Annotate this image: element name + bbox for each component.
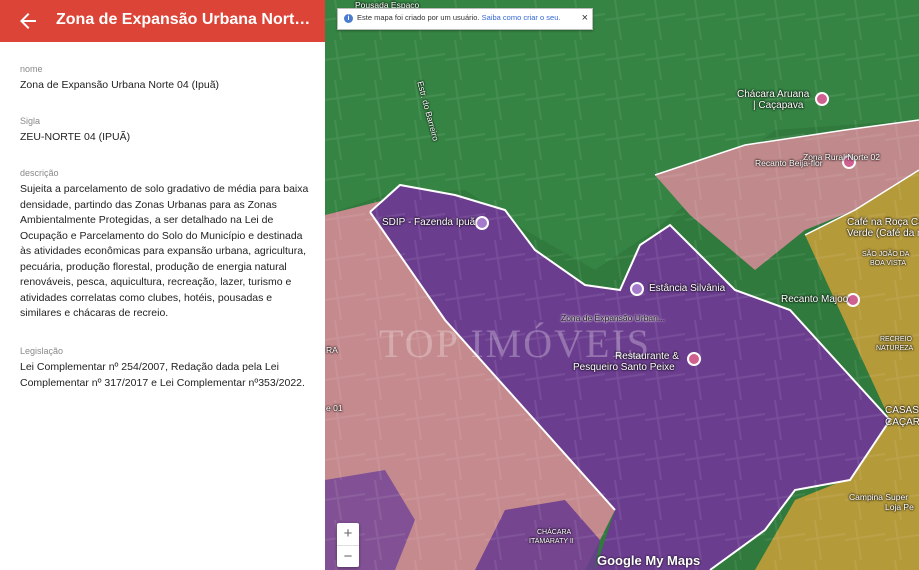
map-label: Loja Pe (885, 502, 914, 512)
map-label: Estância Silvânia (649, 283, 726, 294)
field-legislacao: Legislação Lei Complementar nº 254/2007,… (20, 345, 310, 391)
panel-header: Zona de Expansão Urbana Norte 04 ... (0, 0, 325, 42)
map-label: Recanto Majoo (781, 294, 849, 305)
notice-link[interactable]: Saiba como criar o seu. (482, 13, 561, 22)
poi-chacara-aruana-icon[interactable] (815, 92, 829, 106)
map-label: CASAS (885, 405, 919, 416)
zoom-controls: + − (337, 523, 359, 567)
notice-text: Este mapa foi criado por um usuário. (357, 13, 480, 22)
back-arrow-icon[interactable] (14, 7, 42, 35)
map-label: Chácara Aruana (737, 89, 810, 100)
field-nome: nome Zona de Expansão Urbana Norte 04 (I… (20, 63, 310, 94)
map-label: Campina Super (849, 492, 909, 502)
field-label: descrição (20, 168, 59, 178)
map-label: Recanto Beija-flor (755, 158, 823, 168)
field-value: Lei Complementar nº 254/2007, Redação da… (20, 361, 305, 389)
map-label: ITAMARATY II (529, 538, 574, 545)
map-label: Verde (Café da ma (847, 228, 919, 239)
map-label: CAÇAR (885, 417, 919, 428)
close-icon[interactable]: × (582, 9, 588, 27)
map-label: | Caçapava (753, 100, 804, 111)
user-map-notice: i Este mapa foi criado por um usuário. S… (337, 8, 593, 30)
map-label: BOA VISTA (870, 260, 907, 267)
field-label: Sigla (20, 116, 41, 126)
field-value: Sujeita a parcelamento de solo gradativo… (20, 183, 309, 319)
watermark: TOP IMÓVEIS (378, 321, 652, 366)
google-my-maps-logo: Google My Maps (597, 553, 701, 568)
side-panel: Zona de Expansão Urbana Norte 04 ... nom… (0, 0, 325, 570)
map-label: e 01 (326, 403, 343, 413)
field-descricao: descrição Sujeita a parcelamento de solo… (20, 167, 310, 322)
poi-estancia-silvania-icon[interactable] (630, 282, 644, 296)
map-canvas[interactable]: Pousada Espaço Estr. do Barreiro Chácara… (325, 0, 919, 570)
panel-title: Zona de Expansão Urbana Norte 04 ... (56, 11, 311, 28)
field-value: ZEU-NORTE 04 (IPUÃ) (20, 131, 131, 143)
field-value: Zona de Expansão Urbana Norte 04 (Ipuã) (20, 79, 220, 91)
map-label: Café na Roça Ca (847, 217, 919, 228)
field-sigla: Sigla ZEU-NORTE 04 (IPUÃ) (20, 115, 310, 146)
poi-fazenda-ipua-icon[interactable] (475, 216, 489, 230)
field-label: nome (20, 64, 43, 74)
map-layers (325, 0, 919, 570)
info-icon: i (344, 14, 353, 23)
zoom-in-button[interactable]: + (337, 523, 359, 545)
field-label: Legislação (20, 346, 64, 356)
zoom-out-button[interactable]: − (337, 545, 359, 568)
map-label: NATUREZA (876, 345, 914, 352)
map-label: SDIP - Fazenda Ipuã (382, 217, 476, 228)
